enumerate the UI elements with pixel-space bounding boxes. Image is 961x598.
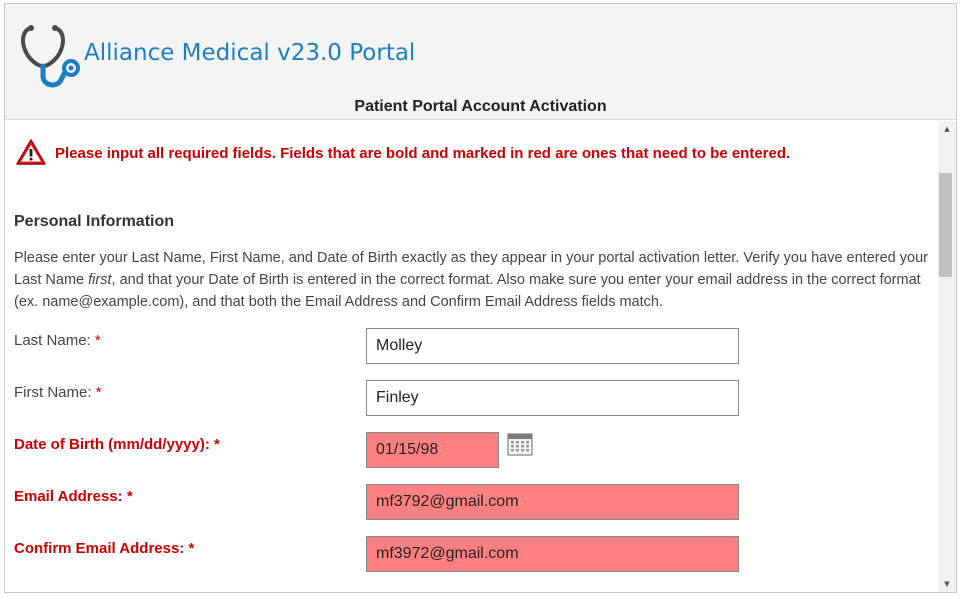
scroll-down-arrow-icon[interactable]: ▼: [938, 576, 956, 592]
confirm-email-label: Confirm Email Address: *: [14, 540, 194, 557]
scroll-up-arrow-icon[interactable]: ▲: [938, 121, 956, 137]
page-title: Patient Portal Account Activation: [354, 98, 607, 115]
vertical-scrollbar[interactable]: ▲ ▼: [938, 121, 956, 592]
last-name-input[interactable]: Molley: [366, 328, 739, 364]
first-name-label-text: First Name:: [14, 384, 92, 401]
portal-header: Alliance Medical v23.0 Portal Patient Po…: [5, 4, 956, 120]
calendar-icon[interactable]: [507, 432, 533, 456]
confirm-email-input[interactable]: mf3972@gmail.com: [366, 536, 739, 572]
warning-triangle-icon: [16, 139, 46, 165]
alert-message: Please input all required fields. Fields…: [55, 145, 791, 162]
instructions-text: Please enter your Last Name, First Name,…: [14, 247, 934, 313]
email-input[interactable]: mf3792@gmail.com: [366, 484, 739, 520]
form-content: Please input all required fields. Fields…: [5, 121, 938, 592]
instructions-emphasis: first: [88, 272, 112, 288]
dob-label: Date of Birth (mm/dd/yyyy): *: [14, 436, 220, 453]
email-label-text: Email Address:: [14, 488, 123, 505]
required-marker: *: [95, 384, 102, 401]
instructions-part-2: , and that your Date of Birth is entered…: [14, 272, 921, 310]
required-marker: *: [188, 540, 195, 557]
dob-label-text: Date of Birth (mm/dd/yyyy):: [14, 436, 210, 453]
portal-window: Alliance Medical v23.0 Portal Patient Po…: [4, 3, 957, 593]
last-name-label: Last Name: *: [14, 332, 101, 349]
stethoscope-icon: [21, 25, 80, 88]
section-title: Personal Information: [14, 213, 175, 230]
confirm-email-label-text: Confirm Email Address:: [14, 540, 185, 557]
scroll-thumb[interactable]: [939, 173, 952, 277]
last-name-label-text: Last Name:: [14, 332, 91, 349]
required-marker: *: [214, 436, 220, 453]
email-label: Email Address: *: [14, 488, 133, 505]
first-name-input[interactable]: Finley: [366, 380, 739, 416]
app-title: Alliance Medical v23.0 Portal: [84, 40, 416, 66]
validation-alert: Please input all required fields. Fields…: [15, 138, 915, 168]
required-marker: *: [94, 332, 101, 349]
dob-input[interactable]: 01/15/98: [366, 432, 499, 468]
required-marker: *: [126, 488, 133, 505]
first-name-label: First Name: *: [14, 384, 102, 401]
